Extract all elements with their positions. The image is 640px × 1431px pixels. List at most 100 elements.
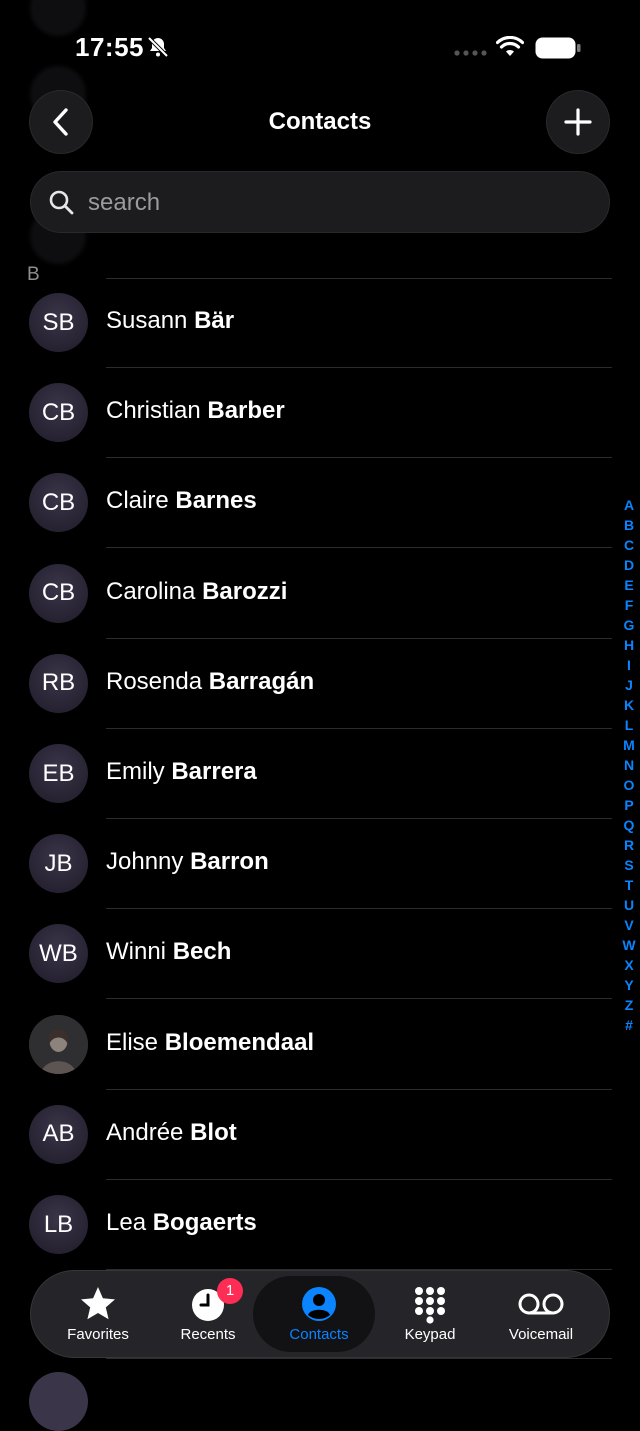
index-letter[interactable]: C xyxy=(624,535,634,555)
avatar-initials: LB xyxy=(29,1195,88,1254)
contact-row[interactable]: AB Andrée Blot xyxy=(0,1090,612,1180)
plus-icon xyxy=(564,108,592,136)
avatar-initials: CB xyxy=(29,563,88,623)
bell-slash-icon xyxy=(147,36,169,58)
index-letter[interactable]: Y xyxy=(624,975,633,995)
tab-label: Favorites xyxy=(67,1326,129,1343)
contact-name: Rosenda Barragán xyxy=(106,668,314,696)
contact-row[interactable]: CB Carolina Barozzi xyxy=(0,549,612,639)
contact-name: Emily Barrera xyxy=(106,758,257,786)
tab-contacts[interactable]: Contacts xyxy=(253,1270,375,1358)
index-letter[interactable]: X xyxy=(624,955,633,975)
contact-name: Christian Barber xyxy=(106,397,285,425)
contact-name: Claire Barnes xyxy=(106,487,257,515)
first-name: Susann xyxy=(106,307,188,334)
tab-favorites[interactable]: Favorites xyxy=(43,1270,153,1358)
contact-name: Andrée Blot xyxy=(106,1119,237,1147)
contact-row[interactable]: CB Christian Barber xyxy=(0,368,612,459)
index-letter[interactable]: U xyxy=(624,895,634,915)
index-letter[interactable]: P xyxy=(624,795,633,815)
index-letter[interactable]: O xyxy=(624,775,635,795)
contact-name: Johnny Barron xyxy=(106,848,269,876)
contact-row[interactable]: LB Lea Bogaerts xyxy=(0,1180,612,1270)
last-name: Barber xyxy=(207,397,285,425)
index-letter[interactable]: V xyxy=(624,915,633,935)
search-input[interactable] xyxy=(86,171,590,235)
keypad-icon xyxy=(415,1287,445,1324)
index-letter[interactable]: A xyxy=(624,495,634,515)
index-letter[interactable]: D xyxy=(624,555,634,575)
alphabet-index[interactable]: A B C D E F G H I J K L M N O P Q R S T U V W X Y Z # xyxy=(619,495,639,1035)
first-name: Emily xyxy=(106,758,165,785)
missed-calls-badge: 1 xyxy=(217,1278,243,1304)
avatar-initials: AB xyxy=(29,1104,88,1164)
contact-row[interactable]: JB Johnny Barron xyxy=(0,819,612,910)
contact-name: Lea Bogaerts xyxy=(106,1209,257,1237)
avatar-initials: RB xyxy=(29,653,88,713)
index-letter[interactable]: G xyxy=(624,615,635,635)
battery-icon xyxy=(535,37,581,59)
search-icon xyxy=(49,190,74,215)
first-name: Lea xyxy=(106,1209,147,1236)
contact-row[interactable]: SB Susann Bär xyxy=(0,278,612,368)
contact-name: Winni Bech xyxy=(106,938,231,966)
contact-photo xyxy=(29,1014,88,1074)
last-name: Bech xyxy=(172,938,232,966)
contact-row[interactable]: EB Emily Barrera xyxy=(0,729,612,819)
contact-row[interactable]: WB Winni Bech xyxy=(0,909,612,1000)
first-name: Winni xyxy=(106,938,167,966)
index-letter[interactable]: L xyxy=(625,715,634,735)
avatar-initials: EB xyxy=(29,744,88,803)
contact-row[interactable]: CB Claire Barnes xyxy=(0,458,612,549)
index-letter[interactable]: S xyxy=(624,855,633,875)
index-letter[interactable]: Q xyxy=(624,815,635,835)
tab-label: Contacts xyxy=(289,1326,349,1343)
index-letter[interactable]: H xyxy=(624,635,634,655)
index-letter[interactable]: Z xyxy=(625,995,634,1015)
wifi-icon xyxy=(496,36,524,56)
index-letter[interactable]: K xyxy=(624,695,634,715)
index-letter[interactable]: J xyxy=(625,675,633,695)
page-title: Contacts xyxy=(268,108,372,135)
index-letter[interactable]: M xyxy=(623,735,635,755)
last-name: Barragán xyxy=(208,667,315,695)
first-name: Claire xyxy=(106,487,169,515)
tab-bar: Favorites 1 Recents Contacts Keypad Voic… xyxy=(30,1270,610,1358)
avatar-initials: CB xyxy=(29,383,88,443)
index-letter[interactable]: T xyxy=(625,875,634,895)
row-separator xyxy=(106,1358,612,1359)
index-letter[interactable]: E xyxy=(624,575,633,595)
tab-recents[interactable]: 1 Recents xyxy=(153,1270,263,1358)
last-name: Barron xyxy=(190,848,269,876)
row-separator xyxy=(106,278,612,279)
contact-name: Elise Bloemendaal xyxy=(106,1029,314,1057)
add-contact-button[interactable] xyxy=(546,90,610,154)
index-letter[interactable]: # xyxy=(625,1015,633,1035)
last-name: Blot xyxy=(190,1118,237,1146)
avatar-initials: WB xyxy=(29,924,88,984)
contact-name: Susann Bär xyxy=(106,307,234,335)
last-name: Bloemendaal xyxy=(164,1028,315,1056)
contact-row[interactable]: Elise Bloemendaal xyxy=(0,1000,612,1090)
avatar-initials: CB xyxy=(29,473,88,533)
star-icon xyxy=(81,1287,115,1320)
search-bar[interactable] xyxy=(30,171,610,235)
index-letter[interactable]: I xyxy=(627,655,631,675)
index-letter[interactable]: R xyxy=(624,835,634,855)
tab-label: Recents xyxy=(180,1326,236,1343)
index-letter[interactable]: B xyxy=(624,515,634,535)
first-name: Elise xyxy=(106,1028,159,1056)
first-name: Carolina xyxy=(106,577,196,605)
last-name: Bogaerts xyxy=(152,1209,257,1236)
status-time: 17:55 xyxy=(75,32,144,62)
contact-name: Carolina Barozzi xyxy=(106,578,287,606)
tab-label: Keypad xyxy=(404,1326,456,1343)
index-letter[interactable]: W xyxy=(622,935,635,955)
index-letter[interactable]: F xyxy=(625,595,634,615)
tab-voicemail[interactable]: Voicemail xyxy=(486,1270,596,1358)
tab-keypad[interactable]: Keypad xyxy=(375,1270,485,1358)
contact-row[interactable]: RB Rosenda Barragán xyxy=(0,639,612,729)
index-letter[interactable]: N xyxy=(624,755,634,775)
first-name: Christian xyxy=(106,397,201,425)
voicemail-icon xyxy=(518,1293,564,1315)
